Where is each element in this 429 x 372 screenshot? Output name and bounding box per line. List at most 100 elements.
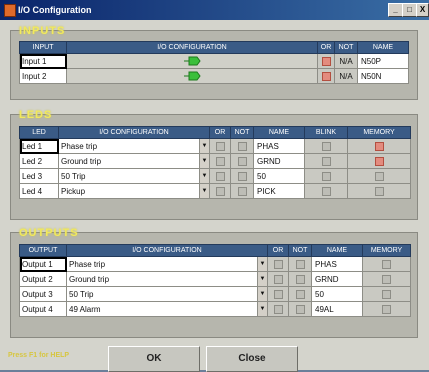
input-row: Input 2 N/A N50N <box>19 68 409 84</box>
led-label[interactable]: Led 4 <box>19 183 59 199</box>
col-or: OR <box>209 126 231 139</box>
chevron-down-icon[interactable]: ▼ <box>199 169 209 183</box>
minimize-button[interactable]: _ <box>388 3 403 17</box>
output-label[interactable]: Output 3 <box>19 286 67 302</box>
memory-checkbox[interactable] <box>347 168 411 184</box>
input-label[interactable]: Input 1 <box>19 53 67 69</box>
blink-checkbox[interactable] <box>304 138 348 154</box>
dropdown-value: Phase trip <box>61 141 98 151</box>
close-window-button[interactable]: X <box>416 3 429 17</box>
output-label[interactable]: Output 1 <box>19 256 67 272</box>
title-bar[interactable]: I/O Configuration _ □ X <box>0 0 429 20</box>
blink-checkbox[interactable] <box>304 183 348 199</box>
not-checkbox[interactable] <box>230 168 254 184</box>
not-checkbox[interactable] <box>288 286 312 302</box>
dropdown-value: 50 Trip <box>61 171 86 181</box>
ok-button[interactable]: OK <box>108 346 200 372</box>
name-field[interactable]: 49AL <box>311 301 363 317</box>
memory-checkbox[interactable] <box>362 301 411 317</box>
name-field[interactable]: N50N <box>357 68 409 84</box>
led-label[interactable]: Led 3 <box>19 168 59 184</box>
name-field[interactable]: GRND <box>253 153 305 169</box>
io-configuration-dropdown[interactable]: Phase trip ▼ <box>58 138 210 154</box>
or-checkbox[interactable] <box>317 53 335 69</box>
io-configuration-cell[interactable] <box>66 68 318 84</box>
output-row: Output 3 50 Trip ▼ 50 <box>19 286 411 302</box>
col-io-configuration: I/O CONFIGURATION <box>66 41 318 54</box>
chevron-down-icon[interactable]: ▼ <box>257 257 267 271</box>
close-button[interactable]: Close <box>206 346 298 372</box>
io-configuration-cell[interactable] <box>66 53 318 69</box>
output-label[interactable]: Output 2 <box>19 271 67 287</box>
not-value: N/A <box>334 68 358 84</box>
io-configuration-dropdown[interactable]: 50 Trip ▼ <box>66 286 268 302</box>
name-field[interactable]: GRND <box>311 271 363 287</box>
not-checkbox[interactable] <box>230 153 254 169</box>
dropdown-value: 49 Alarm <box>69 304 101 314</box>
chevron-down-icon[interactable]: ▼ <box>199 139 209 153</box>
not-checkbox[interactable] <box>230 183 254 199</box>
chevron-down-icon[interactable]: ▼ <box>199 154 209 168</box>
dropdown-value: Pickup <box>61 186 86 196</box>
chevron-down-icon[interactable]: ▼ <box>257 287 267 301</box>
blink-checkbox[interactable] <box>304 153 348 169</box>
led-label[interactable]: Led 1 <box>19 138 59 154</box>
output-label[interactable]: Output 4 <box>19 301 67 317</box>
leds-table: LED I/O CONFIGURATION OR NOT NAME BLINK … <box>19 126 411 199</box>
app-icon <box>4 4 16 17</box>
col-name: NAME <box>311 244 363 257</box>
leds-section-title: LEDS <box>19 109 53 121</box>
name-field[interactable]: PHAS <box>311 256 363 272</box>
col-io-configuration: I/O CONFIGURATION <box>58 126 210 139</box>
or-checkbox[interactable] <box>317 68 335 84</box>
green-connector-icon <box>184 71 201 81</box>
blink-checkbox[interactable] <box>304 168 348 184</box>
outputs-panel: OUTPUTS OUTPUT I/O CONFIGURATION OR NOT … <box>10 227 418 338</box>
or-checkbox[interactable] <box>267 271 289 287</box>
or-checkbox[interactable] <box>209 168 231 184</box>
chevron-down-icon[interactable]: ▼ <box>199 184 209 198</box>
leds-panel: LEDS LED I/O CONFIGURATION OR NOT NAME B… <box>10 109 418 220</box>
memory-checkbox[interactable] <box>347 183 411 199</box>
not-checkbox[interactable] <box>288 256 312 272</box>
name-field[interactable]: 50 <box>253 168 305 184</box>
io-configuration-window: I/O Configuration _ □ X INPUTS INPUT I/O… <box>0 0 429 372</box>
io-configuration-dropdown[interactable]: Pickup ▼ <box>58 183 210 199</box>
or-checkbox[interactable] <box>267 301 289 317</box>
name-field[interactable]: PICK <box>253 183 305 199</box>
or-checkbox[interactable] <box>209 183 231 199</box>
io-configuration-dropdown[interactable]: Ground trip ▼ <box>66 271 268 287</box>
window-title: I/O Configuration <box>18 5 92 15</box>
or-checkbox[interactable] <box>209 138 231 154</box>
io-configuration-dropdown[interactable]: Phase trip ▼ <box>66 256 268 272</box>
col-or: OR <box>267 244 289 257</box>
chevron-down-icon[interactable]: ▼ <box>257 302 267 316</box>
outputs-header-row: OUTPUT I/O CONFIGURATION OR NOT NAME MEM… <box>19 244 411 257</box>
not-checkbox[interactable] <box>288 271 312 287</box>
io-configuration-dropdown[interactable]: 50 Trip ▼ <box>58 168 210 184</box>
memory-checkbox[interactable] <box>362 256 411 272</box>
not-checkbox[interactable] <box>230 138 254 154</box>
inputs-section-title: INPUTS <box>19 25 66 37</box>
name-field[interactable]: 50 <box>311 286 363 302</box>
name-field[interactable]: N50P <box>357 53 409 69</box>
or-checkbox[interactable] <box>209 153 231 169</box>
led-row: Led 2 Ground trip ▼ GRND <box>19 153 411 169</box>
output-row: Output 2 Ground trip ▼ GRND <box>19 271 411 287</box>
chevron-down-icon[interactable]: ▼ <box>257 272 267 286</box>
or-checkbox[interactable] <box>267 256 289 272</box>
led-row: Led 4 Pickup ▼ PICK <box>19 183 411 199</box>
name-field[interactable]: PHAS <box>253 138 305 154</box>
not-checkbox[interactable] <box>288 301 312 317</box>
memory-checkbox[interactable] <box>362 271 411 287</box>
memory-checkbox[interactable] <box>347 138 411 154</box>
led-label[interactable]: Led 2 <box>19 153 59 169</box>
or-checkbox[interactable] <box>267 286 289 302</box>
memory-checkbox[interactable] <box>362 286 411 302</box>
maximize-button[interactable]: □ <box>402 3 417 17</box>
memory-checkbox[interactable] <box>347 153 411 169</box>
io-configuration-dropdown[interactable]: Ground trip ▼ <box>58 153 210 169</box>
col-or: OR <box>317 41 335 54</box>
io-configuration-dropdown[interactable]: 49 Alarm ▼ <box>66 301 268 317</box>
input-label[interactable]: Input 2 <box>19 68 67 84</box>
